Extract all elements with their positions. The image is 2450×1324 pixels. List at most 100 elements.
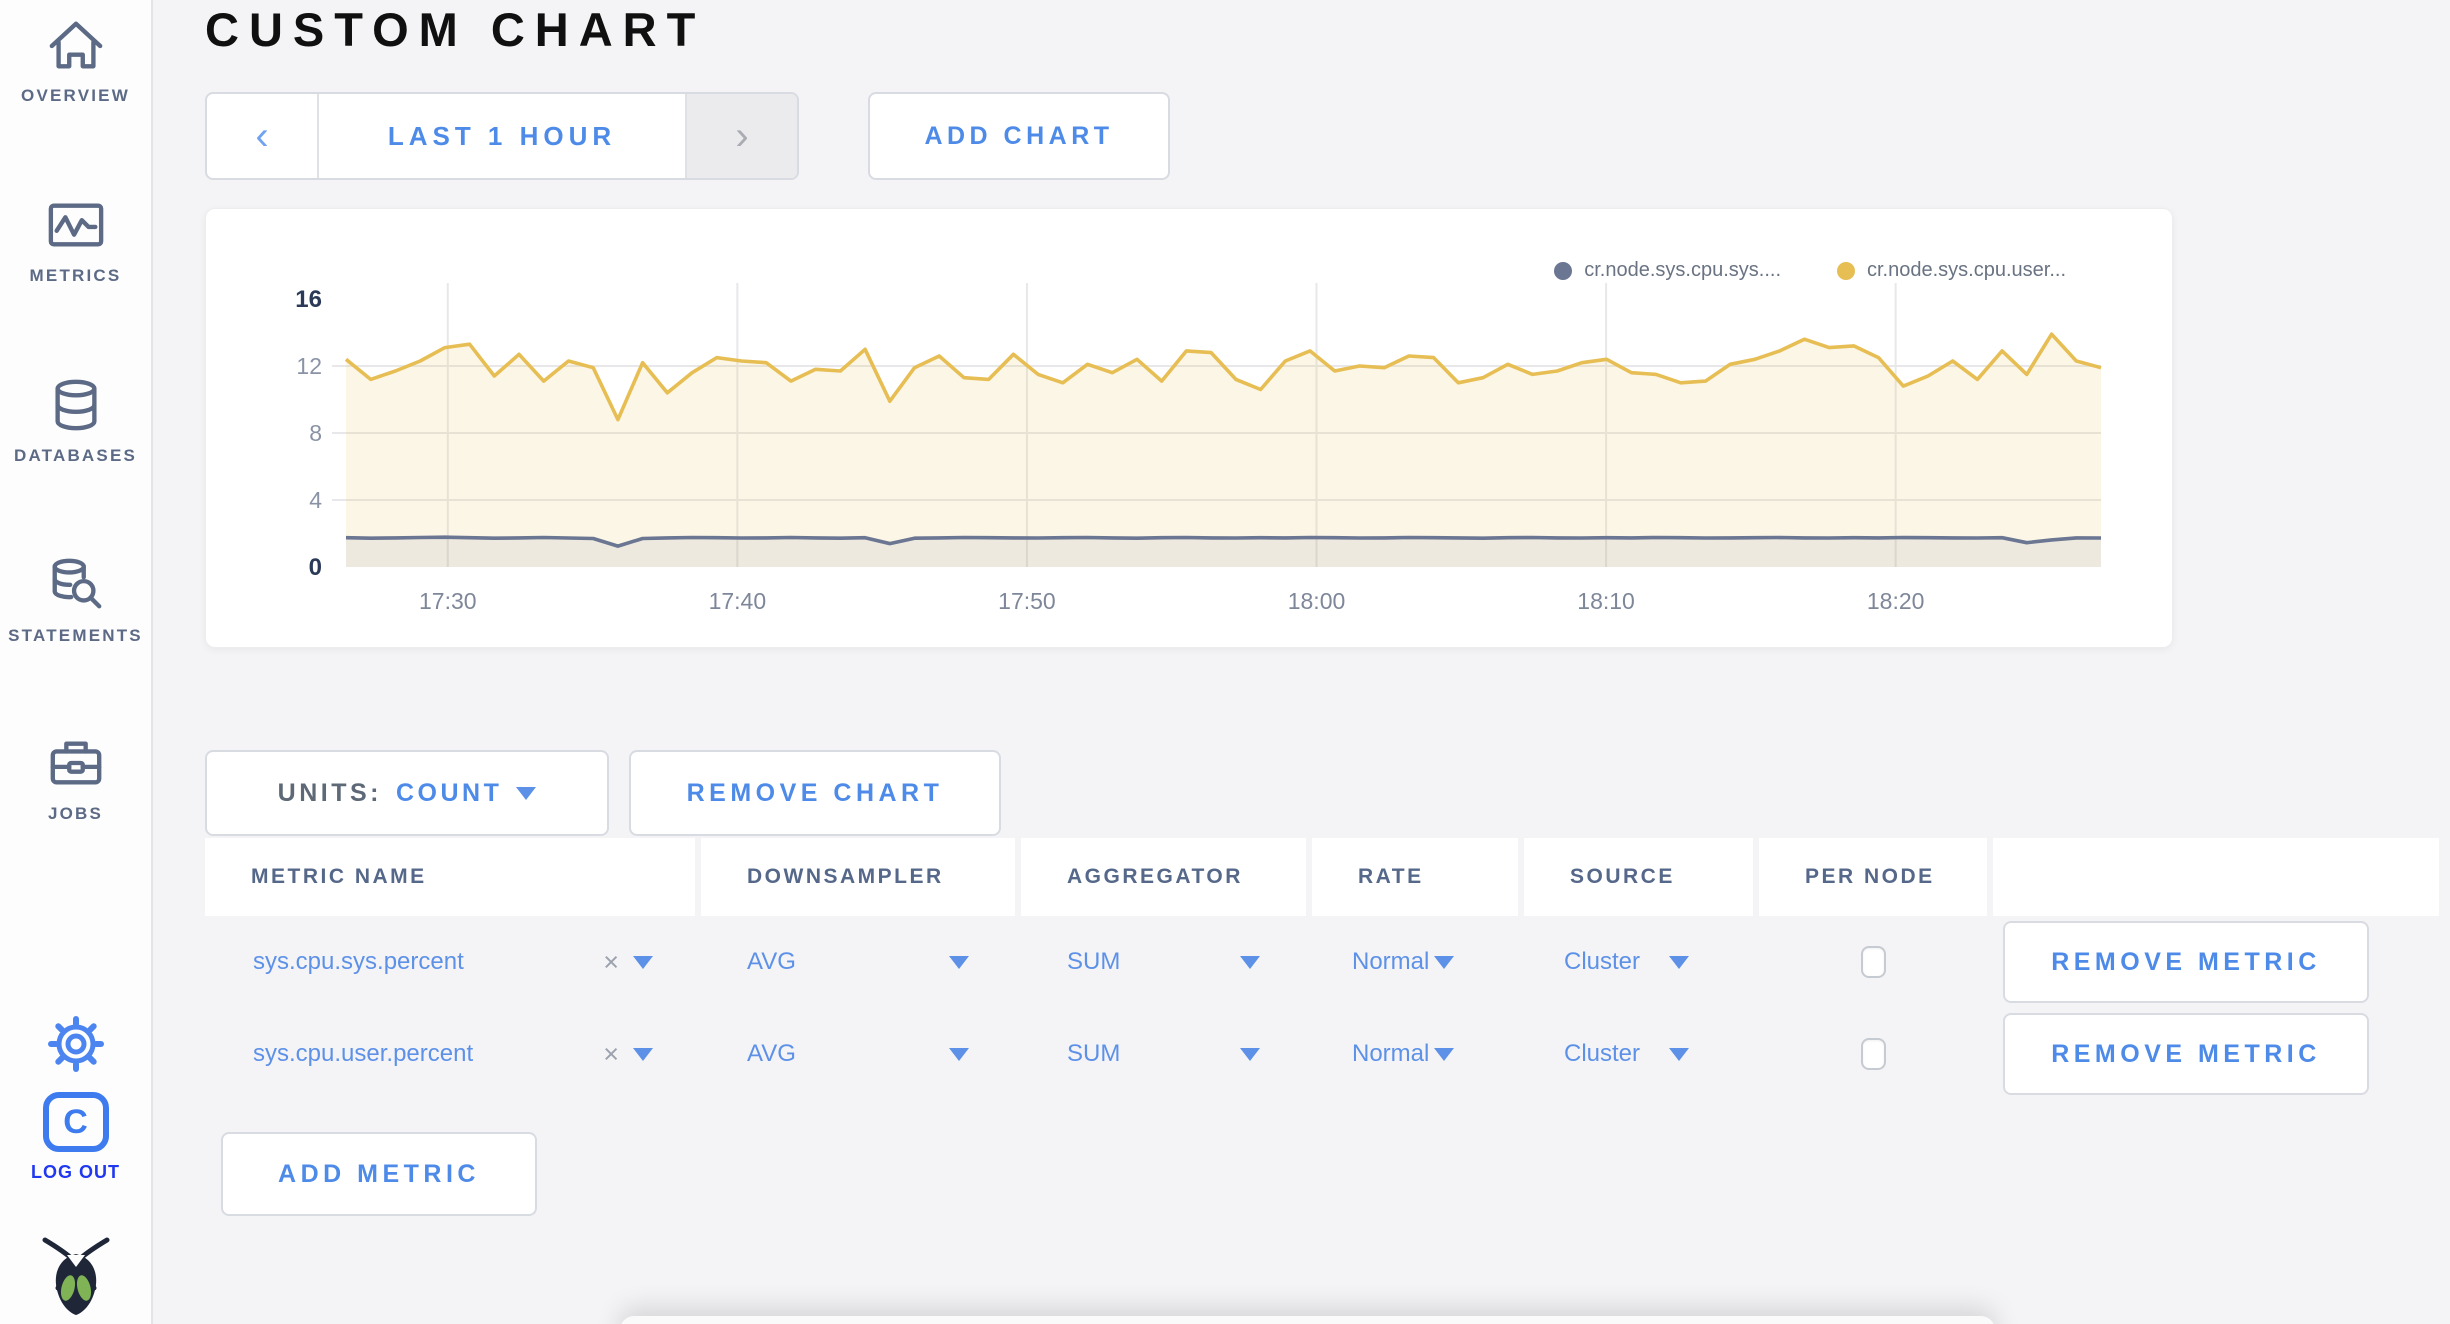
svg-text:18:20: 18:20	[1867, 588, 1925, 614]
caret-down-icon	[949, 1047, 969, 1061]
add-metric-button[interactable]: ADD METRIC	[221, 1132, 537, 1216]
legend-dot	[1837, 261, 1855, 280]
sidebar-item-statements[interactable]: STATEMENTS	[0, 556, 151, 646]
units-label: UNITS:	[277, 778, 382, 807]
sidebar-item-label: METRICS	[29, 266, 122, 285]
caret-down-icon	[1669, 955, 1689, 969]
svg-text:17:50: 17:50	[998, 588, 1056, 614]
metric-name-dropdown[interactable]: sys.cpu.sys.percent ×	[205, 916, 695, 1008]
sidebar-item-label: DATABASES	[13, 446, 138, 465]
col-header-metric-name: METRIC NAME	[205, 838, 695, 916]
col-header-aggregator: AGGREGATOR	[1021, 838, 1306, 916]
aggregator-dropdown[interactable]: SUM	[1021, 1008, 1306, 1100]
per-node-cell	[1759, 1008, 1987, 1100]
remove-chart-button[interactable]: REMOVE CHART	[629, 750, 1001, 836]
settings-button[interactable]	[0, 1016, 151, 1077]
metric-name: sys.cpu.user.percent	[253, 1040, 474, 1067]
col-header-source: SOURCE	[1524, 838, 1753, 916]
actions-cell: REMOVE METRIC	[1993, 916, 2439, 1008]
sidebar-item-jobs[interactable]: JOBS	[0, 734, 151, 824]
actions-cell: REMOVE METRIC	[1993, 1008, 2439, 1100]
sidebar-item-metrics[interactable]: METRICS	[0, 196, 151, 286]
briefcase-icon	[50, 741, 101, 785]
col-header-rate: RATE	[1312, 838, 1518, 916]
svg-text:18:10: 18:10	[1577, 588, 1635, 614]
units-dropdown[interactable]: UNITS: COUNT	[205, 750, 609, 836]
sidebar-item-label: JOBS	[47, 804, 104, 823]
col-header-per-node: PER NODE	[1759, 838, 1987, 916]
col-header-actions	[1993, 838, 2439, 916]
caret-down-icon	[1240, 955, 1260, 969]
legend-entry[interactable]: cr.node.sys.cpu.user...	[1837, 259, 2066, 282]
logout-button[interactable]: C LOG OUT	[0, 1092, 151, 1183]
clear-metric-icon[interactable]: ×	[603, 947, 619, 978]
svg-text:4: 4	[309, 487, 322, 513]
gear-icon	[47, 1016, 104, 1072]
source-dropdown[interactable]: Cluster	[1524, 1008, 1753, 1100]
legend-entry[interactable]: cr.node.sys.cpu.sys....	[1554, 259, 1781, 282]
database-icon	[54, 379, 97, 431]
clear-metric-icon[interactable]: ×	[603, 1039, 619, 1070]
caret-down-icon	[1434, 1047, 1454, 1061]
svg-text:0: 0	[309, 554, 322, 581]
database-search-icon	[52, 558, 101, 609]
remove-chart-label: REMOVE CHART	[686, 778, 944, 807]
logout-label: LOG OUT	[31, 1162, 120, 1182]
legend-label: cr.node.sys.cpu.user...	[1867, 259, 2066, 281]
svg-text:17:30: 17:30	[419, 588, 477, 614]
svg-text:12: 12	[296, 353, 322, 379]
per-node-cell	[1759, 916, 1987, 1008]
logo-letter: C	[63, 1102, 88, 1141]
per-node-checkbox[interactable]	[1860, 946, 1886, 978]
cockroach-logo[interactable]	[0, 1234, 151, 1321]
time-range-prev-button[interactable]: ‹	[207, 94, 319, 178]
downsampler-dropdown[interactable]: AVG	[701, 1008, 1015, 1100]
source-dropdown[interactable]: Cluster	[1524, 916, 1753, 1008]
custom-chart-page: OVERVIEW METRICS DATABASES STATEMENTS JO…	[0, 0, 2450, 1324]
chevron-left-icon: ‹	[255, 114, 269, 158]
caret-down-icon	[1434, 955, 1454, 969]
sidebar-item-label: OVERVIEW	[21, 86, 130, 105]
time-range-next-button[interactable]: ›	[685, 94, 797, 178]
svg-text:8: 8	[309, 420, 322, 446]
caret-down-icon	[516, 786, 537, 800]
caret-down-icon	[949, 955, 969, 969]
svg-text:16: 16	[295, 286, 322, 313]
time-range-label: LAST 1 HOUR	[387, 120, 617, 151]
units-value: COUNT	[395, 778, 503, 807]
remove-metric-button[interactable]: REMOVE METRIC	[2003, 1013, 2369, 1095]
cockroach-c-logo-icon: C	[42, 1092, 109, 1152]
metrics-table: METRIC NAME DOWNSAMPLER AGGREGATOR RATE …	[205, 838, 2439, 1100]
page-title: CUSTOM CHART	[205, 3, 706, 56]
add-chart-button[interactable]: ADD CHART	[868, 92, 1170, 180]
next-chart-card-edge	[620, 1316, 1995, 1324]
caret-down-icon	[1669, 1047, 1689, 1061]
caret-down-icon	[633, 1047, 653, 1061]
svg-text:17:40: 17:40	[709, 588, 767, 614]
sidebar: OVERVIEW METRICS DATABASES STATEMENTS JO…	[0, 0, 153, 1324]
metric-name: sys.cpu.sys.percent	[253, 948, 464, 975]
col-header-downsampler: DOWNSAMPLER	[701, 838, 1015, 916]
caret-down-icon	[633, 955, 653, 969]
remove-metric-button[interactable]: REMOVE METRIC	[2003, 921, 2369, 1003]
chart-legend: cr.node.sys.cpu.sys.... cr.node.sys.cpu.…	[1554, 259, 2066, 282]
svg-text:18:00: 18:00	[1288, 588, 1346, 614]
chevron-right-icon: ›	[735, 114, 749, 158]
chart-card: cr.node.sys.cpu.sys.... cr.node.sys.cpu.…	[205, 208, 2173, 648]
per-node-checkbox[interactable]	[1860, 1038, 1886, 1070]
rate-dropdown[interactable]: Normal	[1312, 916, 1518, 1008]
sidebar-item-databases[interactable]: DATABASES	[0, 376, 151, 466]
metric-name-dropdown[interactable]: sys.cpu.user.percent ×	[205, 1008, 695, 1100]
add-metric-label: ADD METRIC	[278, 1159, 480, 1188]
cockroach-bug-icon	[42, 1237, 109, 1315]
metrics-graph-icon	[48, 203, 103, 247]
legend-label: cr.node.sys.cpu.sys....	[1584, 259, 1781, 281]
add-chart-label: ADD CHART	[924, 121, 1114, 150]
aggregator-dropdown[interactable]: SUM	[1021, 916, 1306, 1008]
rate-dropdown[interactable]: Normal	[1312, 1008, 1518, 1100]
legend-dot	[1554, 261, 1573, 280]
sidebar-item-overview[interactable]: OVERVIEW	[0, 16, 151, 106]
time-range-dropdown[interactable]: LAST 1 HOUR	[319, 94, 685, 178]
time-range-picker: ‹ LAST 1 HOUR ›	[205, 92, 799, 180]
downsampler-dropdown[interactable]: AVG	[701, 916, 1015, 1008]
